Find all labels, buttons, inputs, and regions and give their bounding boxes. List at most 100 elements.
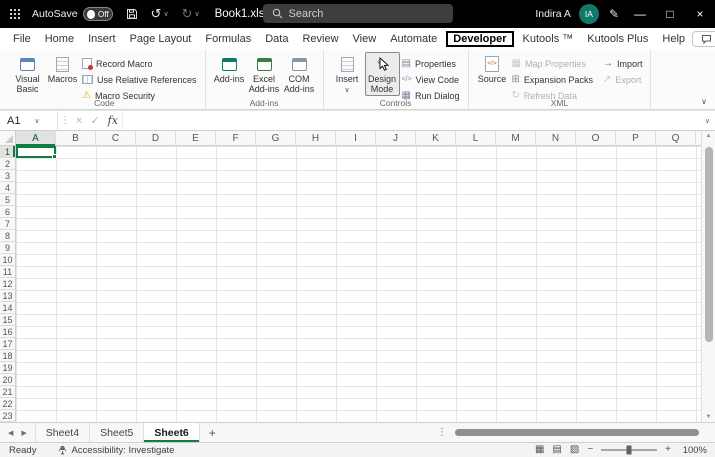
sheet-tab-sheet5[interactable]: Sheet5 <box>90 423 145 442</box>
horizontal-scrollbar-thumb[interactable] <box>455 428 699 436</box>
autosave-toggle[interactable]: Off <box>82 7 113 21</box>
row-header-9[interactable]: 9 <box>0 242 15 254</box>
ribbon-tab-automate[interactable]: Automate <box>383 31 444 47</box>
row-header-8[interactable]: 8 <box>0 230 15 242</box>
ribbon-tab-formulas[interactable]: Formulas <box>198 31 258 47</box>
map-properties-button[interactable]: ▦ Map Properties <box>510 56 595 71</box>
name-box[interactable]: A1 ∨ <box>0 111 58 130</box>
sheet-nav-right-icon[interactable]: ▶ <box>21 429 26 437</box>
row-header-13[interactable]: 13 <box>0 290 15 302</box>
collapse-ribbon-chevron-icon[interactable]: ∨ <box>701 97 707 106</box>
sheet-nav-left-icon[interactable]: ◀ <box>8 429 13 437</box>
confirm-entry-icon[interactable]: ✓ <box>86 114 103 127</box>
excel-add-ins-button[interactable]: Excel Add-ins <box>247 52 282 95</box>
export-button[interactable]: ↗ Export <box>601 72 645 87</box>
column-header-q[interactable]: Q <box>656 131 696 146</box>
column-header-n[interactable]: N <box>536 131 576 146</box>
ribbon-tab-help[interactable]: Help <box>655 31 692 47</box>
sheet-bar-splitter-icon[interactable]: ⋮ <box>431 423 453 442</box>
view-code-button[interactable]: </> View Code <box>400 72 462 87</box>
column-header-g[interactable]: G <box>256 131 296 146</box>
scroll-up-icon[interactable]: ▲ <box>706 133 712 139</box>
ribbon-tab-kutools[interactable]: Kutools ™ <box>516 31 581 47</box>
minimize-button[interactable]: — <box>625 0 655 28</box>
save-button[interactable] <box>126 8 138 20</box>
row-header-22[interactable]: 22 <box>0 398 15 410</box>
edit-pencil-icon[interactable]: ✎ <box>609 7 619 21</box>
app-launcher-icon[interactable] <box>10 9 20 19</box>
maximize-button[interactable]: □ <box>655 0 685 28</box>
zoom-level[interactable]: 100% <box>679 445 707 456</box>
row-header-14[interactable]: 14 <box>0 302 15 314</box>
ribbon-tab-view[interactable]: View <box>346 31 384 47</box>
row-header-5[interactable]: 5 <box>0 194 15 206</box>
cells-canvas[interactable] <box>16 146 715 422</box>
column-header-j[interactable]: J <box>376 131 416 146</box>
column-header-h[interactable]: H <box>296 131 336 146</box>
row-header-21[interactable]: 21 <box>0 386 15 398</box>
row-header-15[interactable]: 15 <box>0 314 15 326</box>
vertical-scrollbar[interactable]: ▲ ▼ <box>701 131 715 422</box>
sheet-tab-sheet4[interactable]: Sheet4 <box>36 423 91 442</box>
zoom-slider[interactable] <box>601 445 658 455</box>
column-header-c[interactable]: C <box>96 131 136 146</box>
formula-input[interactable] <box>121 111 700 130</box>
row-header-23[interactable]: 23 <box>0 410 15 422</box>
ribbon-tab-developer[interactable]: Developer <box>446 31 514 47</box>
cancel-entry-icon[interactable]: × <box>72 115 86 127</box>
accessibility-status[interactable]: Accessibility: Investigate <box>58 445 174 456</box>
row-header-6[interactable]: 6 <box>0 206 15 218</box>
close-button[interactable]: × <box>685 0 715 28</box>
select-all-corner[interactable] <box>0 131 16 146</box>
zoom-in-button[interactable]: + <box>665 445 671 455</box>
zoom-slider-thumb[interactable] <box>626 445 632 455</box>
source-button[interactable]: </> Source <box>475 52 510 85</box>
insert-function-button[interactable]: fx <box>104 114 122 127</box>
page-break-view-button[interactable]: ▨ <box>570 445 579 455</box>
column-header-m[interactable]: M <box>496 131 536 146</box>
row-header-19[interactable]: 19 <box>0 362 15 374</box>
ribbon-tab-review[interactable]: Review <box>295 31 345 47</box>
avatar[interactable]: IA <box>578 4 599 24</box>
column-header-e[interactable]: E <box>176 131 216 146</box>
scroll-down-icon[interactable]: ▼ <box>706 414 712 420</box>
horizontal-scrollbar[interactable] <box>453 428 701 437</box>
row-header-17[interactable]: 17 <box>0 338 15 350</box>
column-header-i[interactable]: I <box>336 131 376 146</box>
row-header-2[interactable]: 2 <box>0 158 15 170</box>
undo-button[interactable]: ↺ ∨ <box>151 6 169 22</box>
macros-button[interactable]: Macros <box>45 52 80 85</box>
row-header-16[interactable]: 16 <box>0 326 15 338</box>
import-button[interactable]: → Import <box>601 56 645 71</box>
page-layout-view-button[interactable]: ▤ <box>552 445 561 455</box>
row-header-20[interactable]: 20 <box>0 374 15 386</box>
row-header-7[interactable]: 7 <box>0 218 15 230</box>
row-header-18[interactable]: 18 <box>0 350 15 362</box>
column-header-b[interactable]: B <box>56 131 96 146</box>
add-ins-button[interactable]: Add-ins <box>212 52 247 85</box>
column-header-a[interactable]: A <box>16 131 56 146</box>
add-sheet-button[interactable]: + <box>200 423 225 442</box>
row-header-3[interactable]: 3 <box>0 170 15 182</box>
sheet-tab-sheet6[interactable]: Sheet6 <box>144 423 200 442</box>
expansion-packs-button[interactable]: ⊞ Expansion Packs <box>510 72 595 87</box>
design-mode-button[interactable]: ✎ Design Mode <box>364 52 400 96</box>
column-header-o[interactable]: O <box>576 131 616 146</box>
use-relative-references-button[interactable]: Use Relative References <box>80 72 199 87</box>
formula-bar-handle-icon[interactable]: ⋮ <box>58 115 72 126</box>
search-input[interactable]: Search <box>262 4 453 23</box>
row-header-10[interactable]: 10 <box>0 254 15 266</box>
row-header-12[interactable]: 12 <box>0 278 15 290</box>
ribbon-tab-insert[interactable]: Insert <box>81 31 123 47</box>
record-macro-button[interactable]: Record Macro <box>80 56 199 71</box>
ribbon-tab-data[interactable]: Data <box>258 31 295 47</box>
column-header-l[interactable]: L <box>456 131 496 146</box>
column-header-p[interactable]: P <box>616 131 656 146</box>
ribbon-tab-kutools-plus[interactable]: Kutools Plus <box>580 31 655 47</box>
comments-button[interactable]: Comments <box>692 31 715 47</box>
properties-button[interactable]: ▤ Properties <box>400 56 462 71</box>
redo-button[interactable]: ↻ ∨ <box>182 6 200 22</box>
com-add-ins-button[interactable]: COM Add-ins <box>282 52 317 95</box>
selected-cell-a1[interactable] <box>16 146 57 159</box>
column-header-f[interactable]: F <box>216 131 256 146</box>
